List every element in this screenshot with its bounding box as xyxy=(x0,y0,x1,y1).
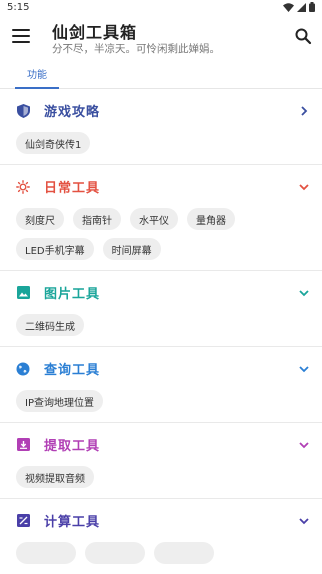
title-block: 仙剑工具箱 分不尽，半凉天。可怜闲剩此婵娟。 xyxy=(52,24,294,56)
chip-list: IP查询地理位置 xyxy=(16,390,310,422)
tab-bar: 功能 xyxy=(0,58,322,89)
chevron-down-icon[interactable] xyxy=(298,181,310,193)
search-icon[interactable] xyxy=(294,27,312,45)
chip-item[interactable] xyxy=(16,542,76,564)
chevron-down-icon[interactable] xyxy=(298,287,310,299)
chip-item[interactable]: 二维码生成 xyxy=(16,314,84,336)
chip-item[interactable]: 指南针 xyxy=(73,208,121,230)
chip-item[interactable] xyxy=(85,542,145,564)
chip-item[interactable]: LED手机字幕 xyxy=(16,238,94,260)
section-title: 日常工具 xyxy=(44,181,101,196)
chip-item[interactable]: 视频提取音频 xyxy=(16,466,94,488)
section-extract-tools: 提取工具 视频提取音频 xyxy=(0,423,322,499)
chip-list xyxy=(16,542,310,574)
battery-icon xyxy=(309,2,315,12)
status-icons xyxy=(283,2,315,12)
chip-list: 仙剑奇侠传1 xyxy=(16,132,310,164)
app-title: 仙剑工具箱 xyxy=(52,23,138,42)
chevron-down-icon[interactable] xyxy=(298,439,310,451)
status-bar: 5:15 xyxy=(0,0,322,14)
chevron-down-icon[interactable] xyxy=(298,363,310,375)
app-bar: 仙剑工具箱 分不尽，半凉天。可怜闲剩此婵娟。 xyxy=(0,14,322,58)
section-title: 游戏攻略 xyxy=(44,105,101,120)
section-image-tools: 图片工具 二维码生成 xyxy=(0,271,322,347)
section-header-daily-tools[interactable]: 日常工具 xyxy=(16,165,310,208)
chip-item[interactable]: 时间屏幕 xyxy=(102,238,161,260)
chevron-down-icon[interactable] xyxy=(298,515,310,527)
section-header-calc-tools[interactable]: 计算工具 xyxy=(16,499,310,542)
chip-item[interactable]: 仙剑奇侠传1 xyxy=(16,132,91,154)
section-calc-tools: 计算工具 xyxy=(0,499,322,574)
download-box-icon xyxy=(16,438,30,452)
status-time: 5:15 xyxy=(7,1,30,13)
chip-list: 视频提取音频 xyxy=(16,466,310,498)
chip-list: 刻度尺 指南针 水平仪 量角器 LED手机字幕 时间屏幕 xyxy=(16,208,310,270)
section-header-image-tools[interactable]: 图片工具 xyxy=(16,271,310,314)
sun-icon xyxy=(16,179,30,194)
globe-icon xyxy=(16,362,30,376)
shield-icon xyxy=(16,103,30,118)
section-header-query-tools[interactable]: 查询工具 xyxy=(16,347,310,390)
tab-features[interactable]: 功能 xyxy=(15,58,59,88)
menu-icon[interactable] xyxy=(12,29,30,43)
section-title: 图片工具 xyxy=(44,287,101,302)
signal-icon xyxy=(297,2,306,12)
calculator-icon xyxy=(16,514,30,528)
section-game-guides: 游戏攻略 仙剑奇侠传1 xyxy=(0,89,322,165)
chip-item[interactable] xyxy=(154,542,214,564)
chip-item[interactable]: 刻度尺 xyxy=(16,208,64,230)
chevron-right-icon[interactable] xyxy=(298,105,310,117)
tab-indicator xyxy=(15,87,59,89)
chip-item[interactable]: 量角器 xyxy=(187,208,235,230)
section-header-extract-tools[interactable]: 提取工具 xyxy=(16,423,310,466)
section-query-tools: 查询工具 IP查询地理位置 xyxy=(0,347,322,423)
section-header-game-guides[interactable]: 游戏攻略 xyxy=(16,89,310,132)
section-title: 计算工具 xyxy=(44,515,101,530)
chip-item[interactable]: 水平仪 xyxy=(130,208,178,230)
app-subtitle: 分不尽，半凉天。可怜闲剩此婵娟。 xyxy=(52,43,220,55)
section-daily-tools: 日常工具 刻度尺 指南针 水平仪 量角器 LED手机字幕 时间屏幕 xyxy=(0,165,322,271)
section-title: 查询工具 xyxy=(44,363,101,378)
wifi-icon xyxy=(283,2,294,12)
section-title: 提取工具 xyxy=(44,439,101,454)
chip-list: 二维码生成 xyxy=(16,314,310,346)
image-icon xyxy=(16,286,30,300)
chip-item[interactable]: IP查询地理位置 xyxy=(16,390,103,412)
